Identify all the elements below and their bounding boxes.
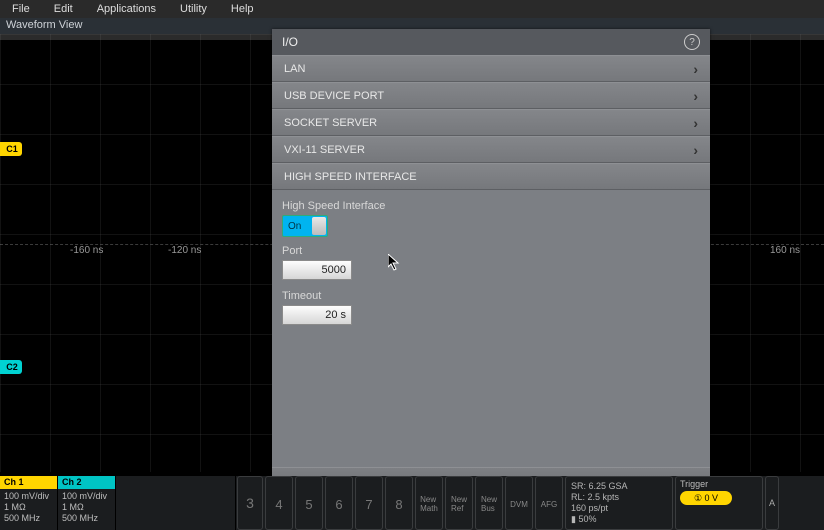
channel1-badge[interactable]: C1	[0, 142, 22, 156]
chevron-right-icon: ›	[693, 88, 698, 104]
hsi-toggle[interactable]: On	[282, 215, 328, 237]
new-ref-button[interactable]: New Ref	[445, 476, 473, 530]
ch2-bw: 500 MHz	[62, 513, 111, 523]
io-row-label: VXI-11 SERVER	[284, 144, 365, 156]
toggle-knob-icon	[312, 217, 326, 235]
io-row-hsi[interactable]: HIGH SPEED INTERFACE	[272, 163, 710, 190]
channel2-badge[interactable]: C2	[0, 360, 22, 374]
menu-applications[interactable]: Applications	[87, 1, 170, 17]
stat-pct: ▮ 50%	[571, 514, 667, 525]
menu-edit[interactable]: Edit	[44, 1, 87, 17]
ch1-bw: 500 MHz	[4, 513, 53, 523]
slot-4[interactable]: 4	[265, 476, 293, 530]
io-row-label: HIGH SPEED INTERFACE	[284, 171, 417, 183]
hsi-timeout-label: Timeout	[282, 290, 700, 302]
menu-file[interactable]: File	[2, 1, 44, 17]
ch2-tab: Ch 2	[58, 476, 115, 489]
stat-sr: SR: 6.25 GSA	[571, 481, 667, 492]
ch2-block[interactable]: Ch 2 100 mV/div 1 MΩ 500 MHz	[58, 476, 116, 530]
slot-6[interactable]: 6	[325, 476, 353, 530]
hsi-toggle-label: High Speed Interface	[282, 200, 700, 212]
dvm-button[interactable]: DVM	[505, 476, 533, 530]
waveform-view-title: Waveform View	[6, 19, 82, 31]
time-label: 160 ns	[770, 245, 800, 256]
chevron-right-icon: ›	[693, 61, 698, 77]
io-row-label: USB DEVICE PORT	[284, 90, 384, 102]
bottombar: Ch 1 100 mV/div 1 MΩ 500 MHz Ch 2 100 mV…	[0, 476, 824, 530]
io-row-usb[interactable]: USB DEVICE PORT ›	[272, 82, 710, 109]
io-row-label: SOCKET SERVER	[284, 117, 377, 129]
io-hsi-body: High Speed Interface On Port Timeout	[272, 190, 710, 467]
time-label: -120 ns	[168, 245, 201, 256]
ch1-block[interactable]: Ch 1 100 mV/div 1 MΩ 500 MHz	[0, 476, 58, 530]
io-row-lan[interactable]: LAN ›	[272, 55, 710, 82]
help-icon[interactable]: ?	[684, 34, 700, 50]
io-row-socket[interactable]: SOCKET SERVER ›	[272, 109, 710, 136]
ch2-term: 1 MΩ	[62, 502, 111, 512]
io-panel-title: I/O	[282, 35, 298, 49]
ch1-scale: 100 mV/div	[4, 491, 53, 501]
stat-rl: RL: 2.5 kpts	[571, 492, 667, 503]
afg-button[interactable]: AFG	[535, 476, 563, 530]
time-label: -160 ns	[70, 245, 103, 256]
trigger-title: Trigger	[680, 479, 758, 489]
side-tab-a[interactable]: A	[765, 476, 779, 530]
chevron-right-icon: ›	[693, 142, 698, 158]
new-math-button[interactable]: New Math	[415, 476, 443, 530]
trigger-pill: ① 0 V	[680, 491, 732, 505]
bottombar-spacer	[116, 476, 236, 530]
ch1-term: 1 MΩ	[4, 502, 53, 512]
menu-utility[interactable]: Utility	[170, 1, 221, 17]
hsi-toggle-state: On	[288, 221, 301, 232]
slot-8[interactable]: 8	[385, 476, 413, 530]
ch2-scale: 100 mV/div	[62, 491, 111, 501]
ch1-tab: Ch 1	[0, 476, 57, 489]
hsi-port-label: Port	[282, 245, 700, 257]
chevron-right-icon: ›	[693, 115, 698, 131]
menubar: File Edit Applications Utility Help	[0, 0, 824, 18]
slot-3[interactable]: 3	[237, 476, 263, 530]
menu-help[interactable]: Help	[221, 1, 268, 17]
io-panel-header: I/O ?	[272, 29, 710, 55]
slot-5[interactable]: 5	[295, 476, 323, 530]
io-row-vxi11[interactable]: VXI-11 SERVER ›	[272, 136, 710, 163]
io-row-label: LAN	[284, 63, 305, 75]
acquisition-stats[interactable]: SR: 6.25 GSA RL: 2.5 kpts 160 ps/pt ▮ 50…	[565, 476, 673, 530]
trigger-block[interactable]: Trigger ① 0 V	[675, 476, 763, 530]
hsi-timeout-input[interactable]	[282, 305, 352, 325]
slot-7[interactable]: 7	[355, 476, 383, 530]
io-panel: I/O ? LAN › USB DEVICE PORT › SOCKET SER…	[272, 29, 710, 493]
hsi-port-input[interactable]	[282, 260, 352, 280]
new-bus-button[interactable]: New Bus	[475, 476, 503, 530]
stat-res: 160 ps/pt	[571, 503, 667, 514]
